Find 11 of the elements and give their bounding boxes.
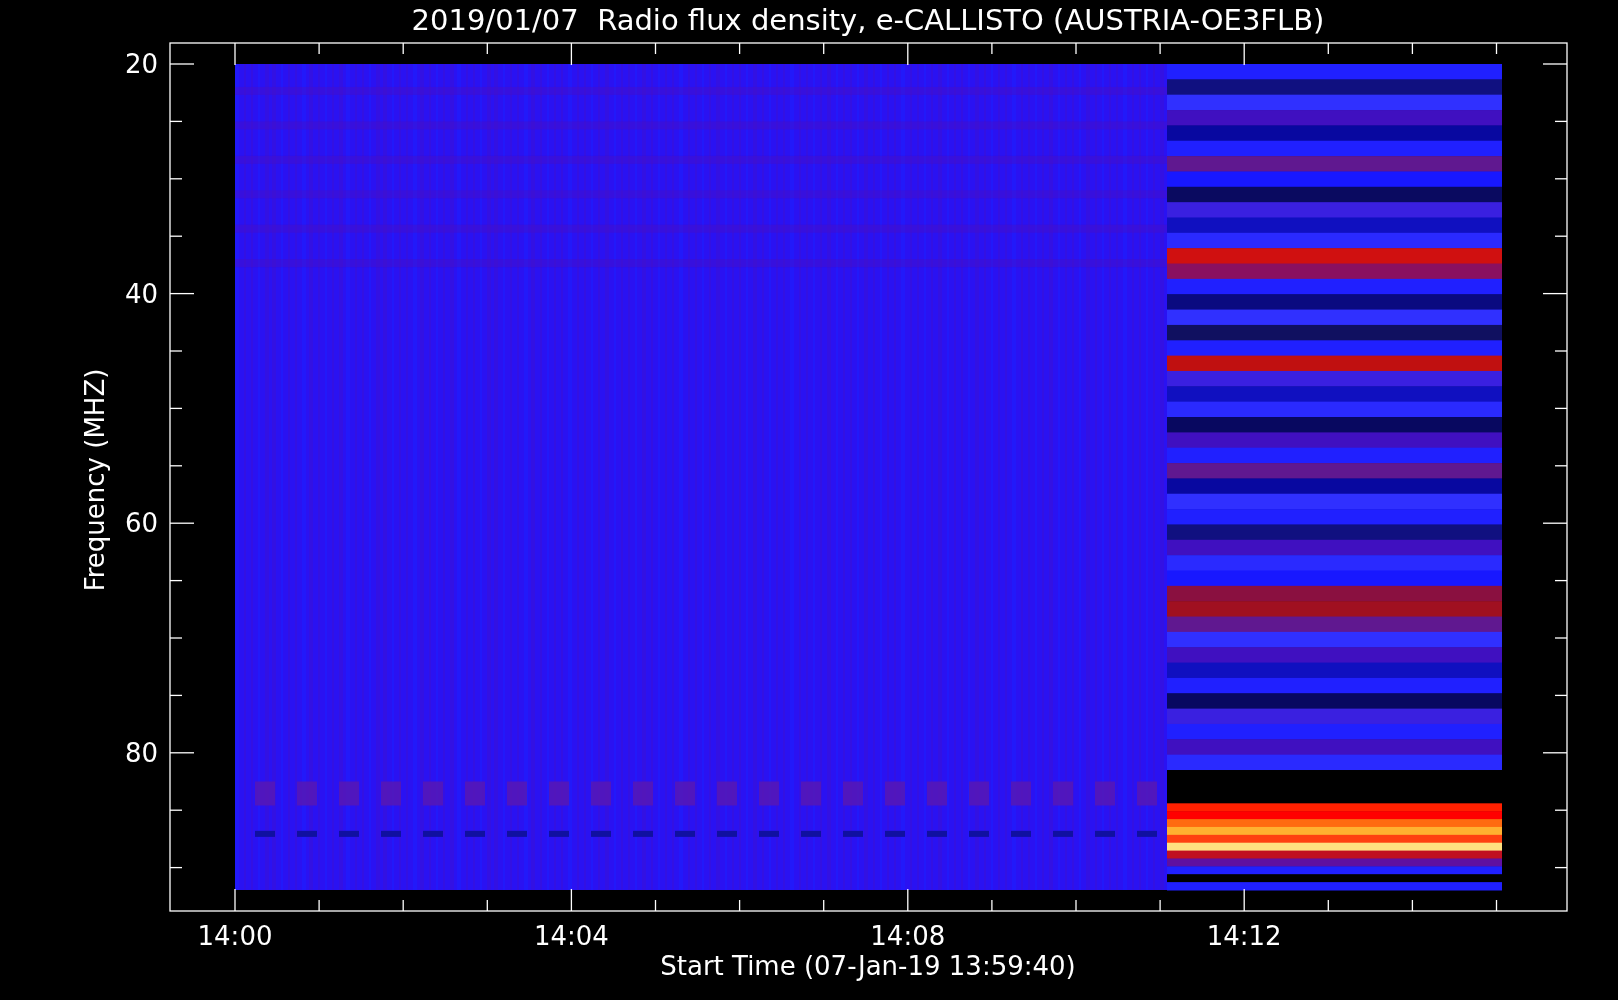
y-tick-label: 60 (124, 508, 158, 539)
y-tick-label: 80 (124, 737, 158, 768)
x-tick-label: 14:04 (533, 921, 609, 951)
y-tick-label: 40 (124, 278, 158, 309)
y-axis-label: Frequency (MHZ) (80, 368, 110, 592)
x-tick-label: 14:08 (870, 921, 946, 951)
y-tick-label: 20 (124, 49, 158, 79)
x-tick-label: 14:12 (1206, 921, 1282, 951)
x-tick-label: 14:00 (197, 921, 273, 951)
chart-title: 2019/01/07 Radio flux density, e-CALLISTO (AUSTRIA-OE3FLB) (411, 3, 1325, 37)
x-axis-label: Start Time (07-Jan-19 13:59:40) (660, 951, 1076, 981)
